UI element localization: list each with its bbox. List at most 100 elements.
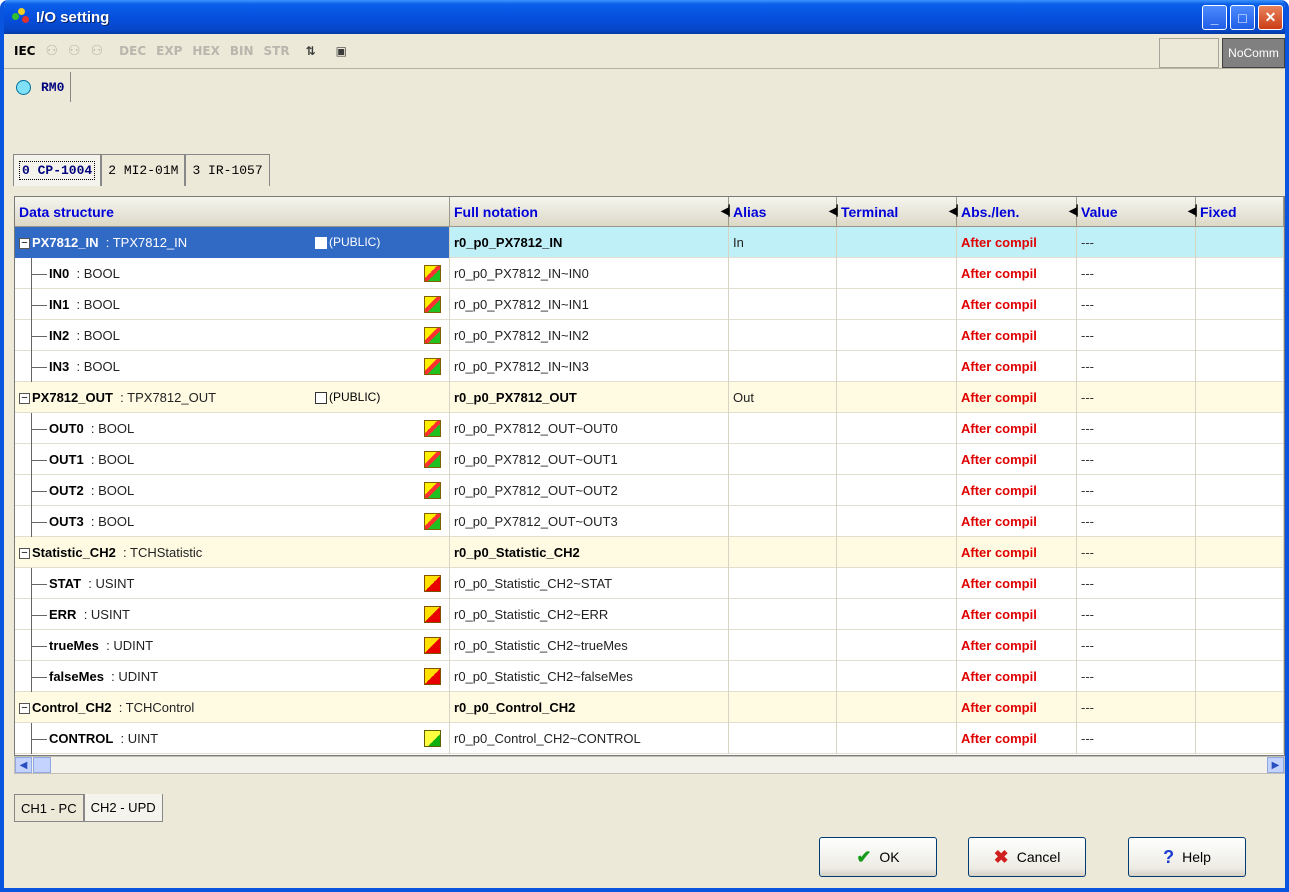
title-bar[interactable]: I/O setting _ □ ✕ [4,0,1285,34]
cycle-icon-1[interactable]: ⚇ [45,43,58,59]
structure-cell[interactable]: IN2 : BOOL [15,320,450,351]
col-header[interactable]: ◀▏ Value [1069,197,1196,227]
alias-cell[interactable]: In [729,227,837,258]
alias-cell[interactable] [729,444,837,475]
alias-cell[interactable] [729,320,837,351]
value-cell[interactable]: --- [1077,630,1196,661]
collapse-icon[interactable]: − [19,238,30,250]
module-tab[interactable]: 3 IR-1057 [185,154,270,186]
window-icon[interactable]: ▣ [336,44,347,58]
structure-cell[interactable]: STAT : USINT [15,568,450,599]
structure-cell[interactable]: OUT3 : BOOL [15,506,450,537]
scroll-left-icon[interactable]: ◀ [15,757,32,773]
full-notation-cell[interactable]: r0_p0_Statistic_CH2~trueMes [450,630,729,661]
structure-cell[interactable]: IN0 : BOOL [15,258,450,289]
fixed-cell[interactable] [1196,568,1284,599]
help-button[interactable]: ? Help [1128,837,1246,877]
structure-cell[interactable]: falseMes : UDINT [15,661,450,692]
tool-hex[interactable]: HEX [192,44,220,58]
col-header[interactable]: ◀▏ Alias [721,197,837,227]
fixed-cell[interactable] [1196,692,1284,723]
cancel-button[interactable]: ✖ Cancel [968,837,1086,877]
col-header[interactable]: ◀▏ Fixed [1188,197,1284,227]
structure-cell[interactable]: − PX7812_OUT : TPX7812_OUT (PUBLIC) [15,382,450,413]
full-notation-cell[interactable]: r0_p0_PX7812_OUT~OUT0 [450,413,729,444]
alias-cell[interactable] [729,289,837,320]
structure-cell[interactable]: − Control_CH2 : TCHControl [15,692,450,723]
terminal-cell[interactable] [837,320,957,351]
close-button[interactable]: ✕ [1258,5,1283,30]
fixed-cell[interactable] [1196,537,1284,568]
structure-cell[interactable]: IN1 : BOOL [15,289,450,320]
tool-dec[interactable]: DEC [119,44,146,58]
full-notation-cell[interactable]: r0_p0_PX7812_IN~IN2 [450,320,729,351]
fixed-cell[interactable] [1196,475,1284,506]
public-checkbox[interactable] [315,391,327,404]
alias-cell[interactable] [729,723,837,754]
terminal-cell[interactable] [837,258,957,289]
table-row[interactable]: falseMes : UDINT r0_p0_Statistic_CH2~fals… [15,661,1284,692]
alias-cell[interactable] [729,568,837,599]
terminal-cell[interactable] [837,289,957,320]
full-notation-cell[interactable]: r0_p0_Statistic_CH2~STAT [450,568,729,599]
terminal-cell[interactable] [837,537,957,568]
rack-tab[interactable]: RM0 [10,72,72,102]
fixed-cell[interactable] [1196,413,1284,444]
alias-cell[interactable] [729,351,837,382]
terminal-cell[interactable] [837,382,957,413]
value-cell[interactable]: --- [1077,413,1196,444]
alias-cell[interactable] [729,630,837,661]
table-row[interactable]: − PX7812_IN : TPX7812_IN (PUBLIC) r0_p0_PX7… [15,227,1284,258]
alias-cell[interactable] [729,599,837,630]
tool-iec[interactable]: IEC [14,44,35,58]
table-row[interactable]: ERR : USINT r0_p0_Statistic_CH2~ERR After … [15,599,1284,630]
alias-cell[interactable] [729,413,837,444]
table-row[interactable]: − Control_CH2 : TCHControl r0_p0_Control_C… [15,692,1284,723]
value-cell[interactable]: --- [1077,475,1196,506]
value-cell[interactable]: --- [1077,723,1196,754]
cycle-icon-3[interactable]: ⚇ [91,43,104,59]
tool-bin[interactable]: BIN [230,44,254,58]
terminal-cell[interactable] [837,692,957,723]
structure-cell[interactable]: − Statistic_CH2 : TCHStatistic [15,537,450,568]
table-row[interactable]: trueMes : UDINT r0_p0_Statistic_CH2~trueM… [15,630,1284,661]
value-cell[interactable]: --- [1077,692,1196,723]
channel-tab[interactable]: CH1 - PC [14,794,84,822]
structure-cell[interactable]: OUT1 : BOOL [15,444,450,475]
col-header[interactable]: Data structure [15,197,450,227]
tool-str[interactable]: STR [264,44,290,58]
structure-cell[interactable]: IN3 : BOOL [15,351,450,382]
scroll-right-icon[interactable]: ▶ [1267,757,1284,773]
terminal-cell[interactable] [837,444,957,475]
value-cell[interactable]: --- [1077,444,1196,475]
value-cell[interactable]: --- [1077,506,1196,537]
structure-cell[interactable]: CONTROL : UINT [15,723,450,754]
fixed-cell[interactable] [1196,258,1284,289]
terminal-cell[interactable] [837,568,957,599]
terminal-cell[interactable] [837,506,957,537]
value-cell[interactable]: --- [1077,351,1196,382]
terminal-cell[interactable] [837,599,957,630]
value-cell[interactable]: --- [1077,537,1196,568]
table-row[interactable]: CONTROL : UINT r0_p0_Control_CH2~CONTROL A… [15,723,1284,754]
table-row[interactable]: IN1 : BOOL r0_p0_PX7812_IN~IN1 After compi… [15,289,1284,320]
public-flag[interactable]: (PUBLIC) [315,227,380,258]
alias-cell[interactable] [729,506,837,537]
fixed-cell[interactable] [1196,289,1284,320]
fixed-cell[interactable] [1196,444,1284,475]
public-checkbox[interactable] [315,236,327,249]
full-notation-cell[interactable]: r0_p0_Control_CH2~CONTROL [450,723,729,754]
fixed-cell[interactable] [1196,382,1284,413]
full-notation-cell[interactable]: r0_p0_PX7812_IN~IN1 [450,289,729,320]
value-cell[interactable]: --- [1077,661,1196,692]
terminal-cell[interactable] [837,227,957,258]
alias-cell[interactable] [729,475,837,506]
full-notation-cell[interactable]: r0_p0_Statistic_CH2~falseMes [450,661,729,692]
full-notation-cell[interactable]: r0_p0_PX7812_IN [450,227,729,258]
table-row[interactable]: OUT3 : BOOL r0_p0_PX7812_OUT~OUT3 After co… [15,506,1284,537]
structure-cell[interactable]: OUT0 : BOOL [15,413,450,444]
fixed-cell[interactable] [1196,320,1284,351]
terminal-cell[interactable] [837,661,957,692]
module-tab[interactable]: 0 CP-1004 [13,154,102,186]
scroll-thumb[interactable] [33,757,51,773]
